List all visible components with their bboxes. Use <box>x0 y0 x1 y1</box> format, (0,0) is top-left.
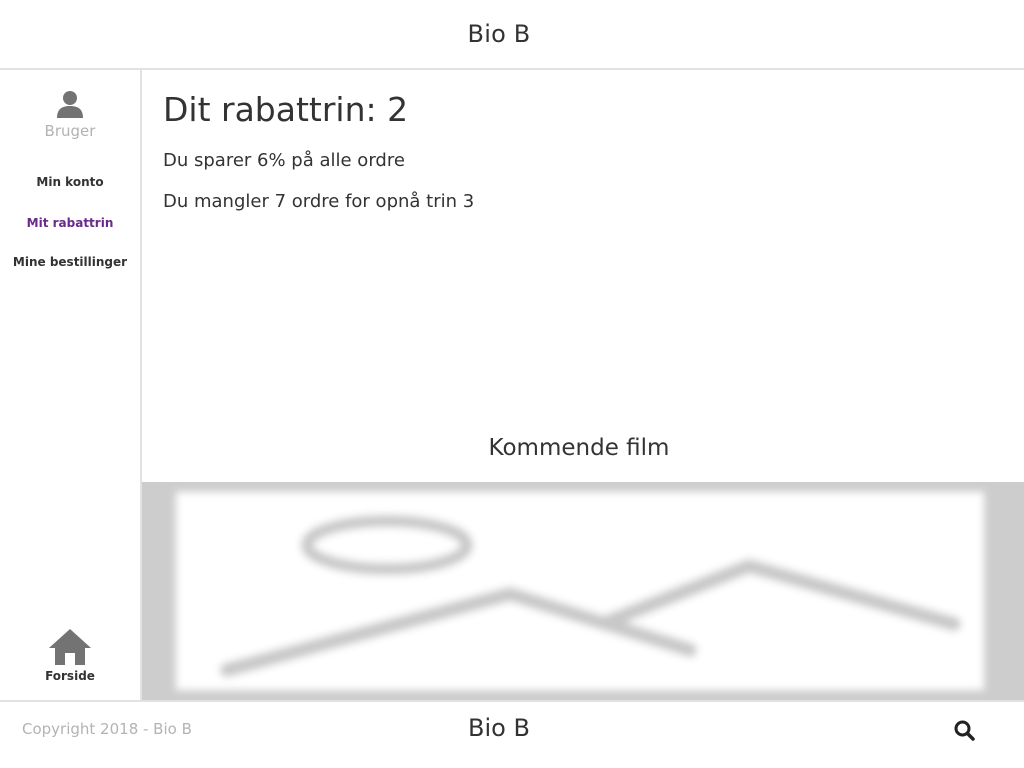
site-title: Bio B <box>467 20 531 48</box>
home-link[interactable]: Forside <box>0 628 140 683</box>
savings-text: Du sparer 6% på alle ordre <box>163 150 405 171</box>
sidebar: Bruger Min konto Mit rabattrin Mine best… <box>0 70 142 700</box>
user-block: Bruger <box>0 90 140 140</box>
footer: Copyright 2018 - Bio B Bio B <box>0 700 1024 768</box>
discount-level-heading: Dit rabattrin: 2 <box>163 90 409 129</box>
home-label: Forside <box>45 669 95 683</box>
search-icon <box>954 720 975 741</box>
upcoming-movie-image[interactable] <box>142 482 1024 700</box>
sidebar-item-mit-rabattrin[interactable]: Mit rabattrin <box>0 216 140 230</box>
user-label: Bruger <box>44 122 96 140</box>
user-icon <box>57 91 83 118</box>
top-bar: Bio B <box>0 0 1024 70</box>
footer-title: Bio B <box>468 714 530 742</box>
upcoming-movies-title: Kommende film <box>488 435 670 461</box>
sidebar-item-min-konto[interactable]: Min konto <box>0 175 140 189</box>
main-content: Dit rabattrin: 2 Du sparer 6% på alle or… <box>142 70 1024 700</box>
sidebar-item-mine-bestillinger[interactable]: Mine bestillinger <box>0 255 140 269</box>
home-icon <box>49 629 91 665</box>
image-placeholder-icon <box>176 492 984 690</box>
missing-orders-text: Du mangler 7 ordre for opnå trin 3 <box>163 191 475 212</box>
search-button[interactable] <box>952 718 978 744</box>
